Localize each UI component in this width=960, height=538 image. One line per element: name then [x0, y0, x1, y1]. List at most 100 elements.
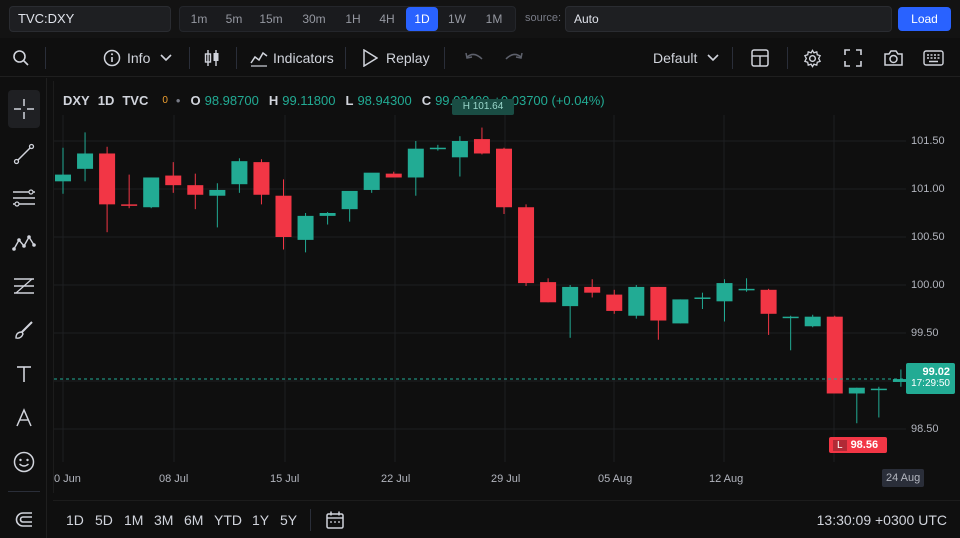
last-price-tag: 99.02 17:29:50: [906, 363, 955, 394]
candle: [407, 141, 424, 196]
legend-high-value: 99.11800: [282, 93, 336, 108]
candle: [518, 204, 535, 286]
candle: [870, 386, 887, 418]
candle: [760, 288, 777, 335]
candle: [55, 147, 71, 194]
time-axis-label: 0 Jun: [54, 473, 81, 485]
candle-body: [407, 148, 424, 178]
candle: [77, 132, 94, 182]
candle-body: [363, 172, 380, 190]
candle: [253, 159, 270, 205]
candle: [385, 171, 402, 178]
legend-exchange: TVC: [122, 93, 149, 108]
candle: [209, 183, 226, 228]
candle-body: [99, 153, 116, 205]
range-5d-button[interactable]: 5D: [95, 512, 113, 528]
candle-body: [253, 162, 270, 195]
magnet-icon: [15, 512, 32, 527]
candle: [473, 127, 490, 155]
time-axis-label: 29 Jul: [491, 473, 521, 485]
utc-clock: 13:30:09 +0300 UTC: [816, 512, 947, 528]
time-axis-label: 08 Jul: [159, 473, 189, 485]
candle-body: [165, 175, 182, 186]
candle-body: [77, 153, 94, 169]
candle: [826, 315, 843, 394]
candle-body: [451, 141, 468, 158]
candle: [319, 212, 336, 225]
candle: [716, 279, 733, 322]
candle-body: [738, 288, 755, 291]
calendar-icon: [326, 511, 344, 529]
candle-body: [231, 161, 248, 185]
range-1m-button[interactable]: 1M: [124, 512, 143, 528]
range-ytd-button[interactable]: YTD: [214, 512, 242, 528]
candle-body: [496, 148, 512, 208]
range-5y-button[interactable]: 5Y: [280, 512, 297, 528]
ohlc-legend: DXY 1D TVC 0 • O 98.98700 H 99.11800 L 9…: [63, 93, 615, 108]
candle: [628, 285, 645, 319]
candle-body: [275, 195, 292, 237]
candle: [606, 289, 623, 314]
candle: [143, 177, 160, 209]
legend-high-key: H: [268, 93, 279, 108]
low-marker: L 98.56: [829, 437, 887, 453]
legend-dot: •: [175, 93, 181, 108]
candle: [187, 173, 204, 210]
legend-open-value: 98.98700: [204, 93, 259, 108]
candle-body: [650, 286, 667, 321]
candle: [562, 285, 579, 338]
candle: [848, 387, 865, 424]
candle-body: [694, 297, 711, 299]
time-axis-current-label: 24 Aug: [882, 469, 925, 487]
candle-body: [782, 316, 799, 319]
candle: [121, 174, 138, 209]
candle: [584, 279, 601, 298]
candle: [650, 286, 667, 340]
candle-body: [826, 316, 843, 394]
candle-body: [385, 173, 402, 178]
candle: [451, 136, 468, 177]
candle: [540, 278, 557, 303]
time-axis-label: 12 Aug: [709, 473, 744, 485]
magnet-tool[interactable]: [8, 501, 40, 538]
candle: [694, 292, 711, 309]
time-axis-label: 22 Jul: [381, 473, 411, 485]
price-axis-label: 100.00: [911, 279, 945, 291]
candle-body: [55, 174, 71, 182]
candle: [672, 299, 689, 324]
candle-body: [187, 185, 204, 195]
candle-body: [672, 299, 689, 324]
candle-body: [804, 316, 821, 327]
candle: [496, 147, 512, 214]
range-6m-button[interactable]: 6M: [184, 512, 203, 528]
legend-symbol: DXY: [63, 93, 90, 108]
low-marker-value: 98.56: [850, 439, 879, 451]
candle-body: [760, 289, 777, 314]
candle-body: [297, 215, 314, 240]
low-marker-prefix: L: [833, 439, 847, 451]
candle: [297, 213, 314, 253]
candle-body: [209, 189, 226, 196]
candle: [341, 190, 358, 222]
candle-body: [319, 213, 336, 216]
legend-close-key: C: [421, 93, 432, 108]
candle-body: [848, 387, 865, 394]
candle-body: [341, 190, 358, 210]
candle-body: [121, 204, 138, 206]
range-1d-button[interactable]: 1D: [66, 512, 84, 528]
time-axis-label: 15 Jul: [270, 473, 300, 485]
range-1y-button[interactable]: 1Y: [252, 512, 269, 528]
bottom-divider: [310, 509, 311, 531]
range-3m-button[interactable]: 3M: [154, 512, 173, 528]
candle: [804, 314, 821, 328]
candle-body: [584, 286, 601, 293]
candle: [165, 162, 182, 193]
candle: [429, 144, 446, 151]
goto-date-button[interactable]: [325, 510, 345, 535]
candlestick-chart[interactable]: [0, 0, 960, 500]
candle-body: [562, 286, 579, 307]
candle: [275, 179, 292, 250]
candle-body: [540, 282, 557, 303]
candle-body: [429, 147, 446, 150]
candle-body: [628, 286, 645, 316]
